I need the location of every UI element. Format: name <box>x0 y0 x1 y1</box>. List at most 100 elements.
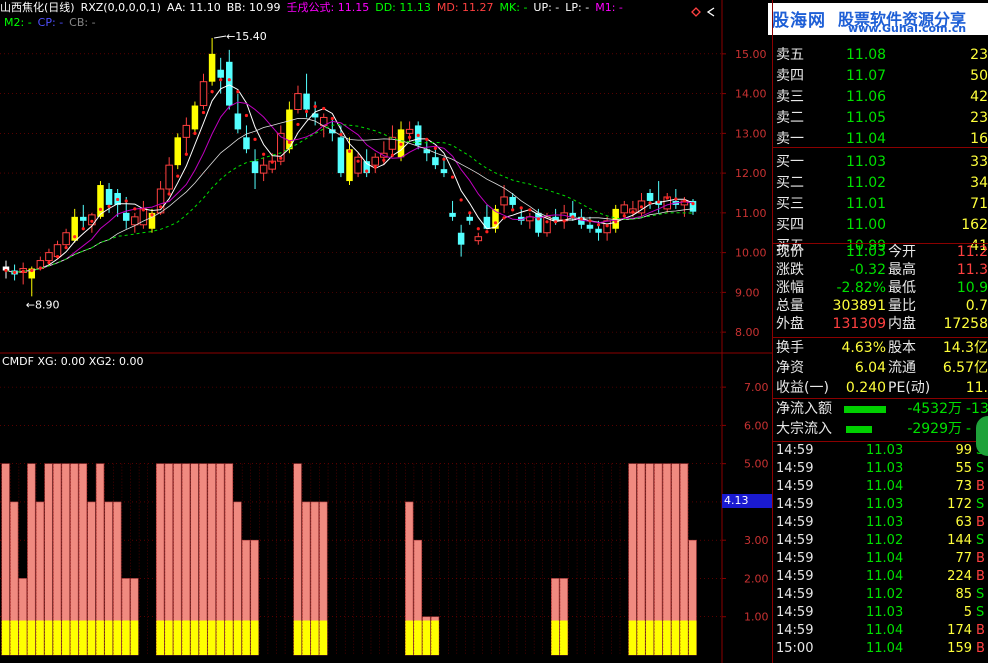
quote-value-2: 10.9 <box>956 280 988 296</box>
indicator-yellow-bar <box>302 620 310 655</box>
candle-body <box>457 232 465 245</box>
indicator-yellow-bar <box>559 620 568 655</box>
order-price: 11.02 <box>846 175 887 191</box>
candle-body <box>474 236 483 242</box>
indicator-title[interactable]: CMDF XG: 0.00 XG2: 0.00 <box>2 355 143 368</box>
kline-chart[interactable]: 15.00 14.00 13.00 12.00 11.00 10.00 9.00 8.00 7.… <box>0 0 772 663</box>
signal-dot <box>98 207 103 211</box>
signal-dot <box>528 208 532 212</box>
signal-dot <box>571 215 575 219</box>
quote-value: -0.32 <box>849 262 886 278</box>
tick-price: 11.02 <box>866 533 904 548</box>
signal-dot <box>622 214 626 218</box>
high-label: ←15.40 <box>226 30 267 43</box>
candle-body <box>303 93 310 110</box>
quote-value-2: 11.3 <box>956 262 988 278</box>
quote-value-2: 0.7 <box>965 298 988 314</box>
sell-row[interactable]: 卖五 11.08 23 <box>776 46 988 65</box>
quote-label-2: 最高 <box>888 262 916 278</box>
signal-dot <box>365 169 369 173</box>
tick-price: 11.04 <box>866 641 904 656</box>
candle-body <box>646 192 654 201</box>
candle-body <box>226 61 233 106</box>
tick-row[interactable]: 14:59 11.04 174 B <box>776 622 988 640</box>
signal-dot <box>425 137 429 141</box>
signal-dot <box>253 137 257 141</box>
fundamental-label-2: 股本 <box>888 340 916 356</box>
fundamental-row: 换手 4.63% 股本 14.3亿 <box>776 339 988 358</box>
candle-body <box>337 137 345 174</box>
tick-row[interactable]: 14:59 11.03 55 S <box>776 460 988 478</box>
signal-dot <box>416 133 420 137</box>
signal-dot <box>184 152 188 156</box>
tick-row[interactable]: 14:59 11.03 5 S <box>776 604 988 622</box>
flow-label: 净流入额 <box>776 401 832 417</box>
order-label: 卖五 <box>776 47 804 63</box>
signal-dot <box>639 205 644 209</box>
candle-body <box>483 216 491 229</box>
indicator-yellow-bar <box>87 620 96 655</box>
signal-dot <box>4 268 8 273</box>
tick-row[interactable]: 14:5911.0399S <box>776 442 988 460</box>
indicator-yellow-bar <box>104 620 113 655</box>
candle-body <box>259 164 268 174</box>
tick-volume: 5 <box>963 605 972 620</box>
buy-row[interactable]: 买四 11.00 162 <box>776 216 988 235</box>
signal-dot <box>210 90 214 94</box>
tick-time: 14:59 <box>776 443 814 458</box>
tick-row[interactable]: 14:59 11.04 73 B <box>776 478 988 496</box>
tick-row[interactable]: 14:59 11.04 77 B <box>776 550 988 568</box>
candle-body <box>105 189 113 205</box>
signal-dot <box>38 266 42 270</box>
sell-row[interactable]: 卖三 11.06 42 <box>776 88 988 107</box>
tick-side: S <box>976 605 985 620</box>
indicator-yellow-bar <box>44 620 53 655</box>
tick-side: B <box>976 479 985 494</box>
order-volume: 34 <box>970 175 988 191</box>
buy-row[interactable]: 买三 11.01 71 <box>776 195 988 214</box>
signal-dot <box>236 90 240 94</box>
indicator-yellow-bar <box>431 620 439 655</box>
flow-bar <box>846 426 872 433</box>
sell-row[interactable]: 卖四 11.07 50 <box>776 67 988 86</box>
signal-dot <box>81 227 85 231</box>
indicator-yellow-bar <box>405 620 414 655</box>
indicator-yellow-bar <box>113 620 122 655</box>
candle-body <box>620 204 629 214</box>
tick-volume: 224 <box>947 569 972 584</box>
signal-dot <box>64 246 68 250</box>
buy-row[interactable]: 买二 11.02 34 <box>776 174 988 193</box>
indicator-tick-label: 1.00 <box>744 611 769 624</box>
signal-dot <box>73 235 77 239</box>
candle-body <box>243 137 250 150</box>
sell-row[interactable]: 卖二 11.05 23 <box>776 109 988 128</box>
indicator-current-value: 4.13 <box>722 494 772 508</box>
order-volume: 50 <box>970 68 988 84</box>
tick-time: 14:59 <box>776 515 814 530</box>
tick-row[interactable]: 14:59 11.03 172 S <box>776 496 988 514</box>
order-volume: 23 <box>970 110 988 126</box>
order-price: 11.05 <box>846 110 887 126</box>
tick-row[interactable]: 14:59 11.02 144 S <box>776 532 988 550</box>
flow-value: -2929万 <box>907 421 962 437</box>
signal-dot <box>373 165 377 169</box>
candle-body <box>45 252 53 262</box>
fundamental-label-2: PE(动) <box>888 380 931 396</box>
tick-row[interactable]: 15:00 11.04 159 B <box>776 640 988 658</box>
signal-dot <box>605 224 609 228</box>
candle-body <box>346 149 353 182</box>
orderbook-divider <box>772 147 988 148</box>
order-label: 买一 <box>776 154 804 170</box>
tick-row[interactable]: 14:59 11.04 224 B <box>776 568 988 586</box>
indicator-tick-label: 3.00 <box>744 534 769 547</box>
indicator-yellow-bar <box>78 620 87 655</box>
candle-body <box>595 228 602 233</box>
buy-row[interactable]: 买一 11.03 33 <box>776 153 988 172</box>
order-price: 11.06 <box>846 89 887 105</box>
tick-row[interactable]: 14:59 11.03 63 B <box>776 514 988 532</box>
signal-dot <box>485 230 489 234</box>
quote-panel: 卖五 11.08 23 卖四 11.07 50 卖三 11.06 42 卖二 11.05 23 卖一 11… <box>772 0 988 663</box>
tick-row[interactable]: 14:59 11.02 85 S <box>776 586 988 604</box>
indicator-yellow-bar <box>61 620 70 655</box>
indicator-yellow-bar <box>413 620 422 655</box>
